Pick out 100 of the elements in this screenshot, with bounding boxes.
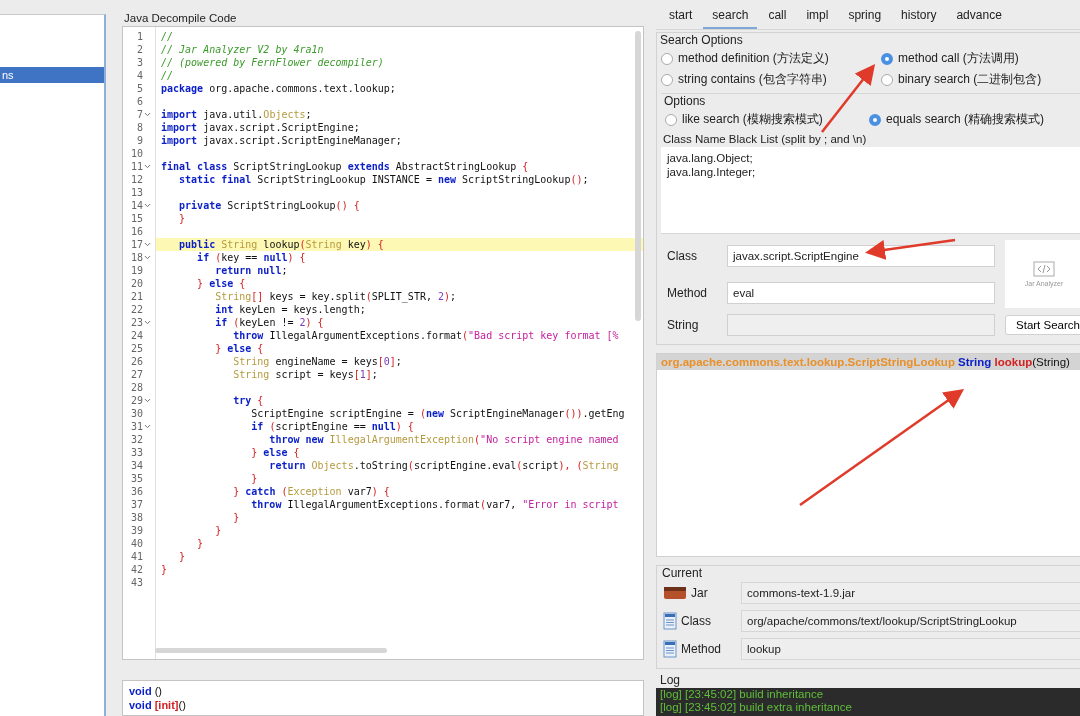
value-field: lookup — [741, 638, 1080, 660]
code-line: } — [178, 213, 186, 224]
radio-button[interactable] — [665, 113, 677, 126]
code-line: import javax.script.ScriptEngine; — [161, 122, 360, 133]
line-number: 43 — [129, 577, 143, 588]
line-number: 40 — [129, 538, 143, 549]
line-number: 34 — [129, 460, 143, 471]
line-number: 41 — [129, 551, 143, 562]
line-number: 23 — [129, 317, 143, 328]
radio-button[interactable] — [661, 52, 673, 65]
blacklist-field[interactable]: java.lang.Object; java.lang.Integer; — [661, 147, 1080, 234]
line-number: 12 — [129, 174, 143, 185]
input-field[interactable]: eval — [727, 281, 995, 304]
tab[interactable]: spring — [839, 6, 891, 29]
radio-button[interactable] — [661, 73, 673, 86]
code-line: if (key == null) { — [196, 252, 306, 263]
radio-label: string contains (包含字符串) — [678, 71, 827, 88]
field-label: String — [667, 318, 700, 332]
line-number: 19 — [129, 265, 143, 276]
code-line: } else { — [214, 343, 264, 354]
tab[interactable]: advance — [947, 6, 1011, 29]
line-number: 2 — [135, 44, 143, 55]
line-number: 17 — [129, 239, 143, 250]
line-number: 25 — [129, 343, 143, 354]
input-field[interactable]: javax.script.ScriptEngine — [727, 244, 995, 267]
code-line: static final ScriptStringLookup INSTANCE = new ScriptStringLookup(); — [178, 174, 589, 185]
method-item[interactable]: void [init]() — [129, 698, 637, 712]
group-title: Current — [662, 566, 703, 580]
tab[interactable]: start — [660, 6, 702, 29]
line-number: 21 — [129, 291, 143, 302]
line-number: 42 — [129, 564, 143, 575]
field-label: Class — [667, 248, 698, 263]
code-line: throw new IllegalArgumentException("No script engine named — [268, 434, 619, 445]
code-line: try { — [232, 395, 264, 406]
code-line: package org.apache.commons.text.lookup; — [161, 83, 396, 94]
line-number: 38 — [129, 512, 143, 523]
line-number: 15 — [129, 213, 143, 224]
scrollbar[interactable] — [155, 648, 387, 653]
line-number: 36 — [129, 486, 143, 497]
value-field: org/apache/commons/text/lookup/ScriptStringLookup — [741, 610, 1080, 632]
code-line: String engineName = keys[0]; — [232, 356, 402, 367]
field-label: Method — [667, 285, 709, 300]
radio-button[interactable] — [881, 73, 893, 86]
tab[interactable]: history — [892, 6, 946, 29]
fold-icon[interactable] — [143, 162, 152, 171]
radio-label: equals search (精确搜索模式) — [886, 111, 1045, 128]
code-line: private ScriptStringLookup() { — [178, 200, 360, 211]
code-line: } else { — [250, 447, 300, 458]
fold-icon[interactable] — [143, 253, 152, 262]
code-line: } — [196, 538, 204, 549]
code-line: if (keyLen != 2) { — [214, 317, 324, 328]
fold-icon[interactable] — [143, 240, 152, 249]
field-label: Class Name Black List (split by ; and \n) — [663, 133, 868, 145]
code-line: // — [161, 70, 174, 81]
code-line: } — [214, 525, 222, 536]
code-line: public String lookup(String key) { — [178, 239, 384, 250]
code-line: final class ScriptStringLookup extends AbstractStringLookup { — [161, 161, 529, 172]
line-number: 32 — [129, 434, 143, 445]
fold-icon[interactable] — [143, 396, 152, 405]
code-line: } — [232, 512, 240, 523]
line-number: 16 — [129, 226, 143, 237]
radio-label: binary search (二进制包含) — [898, 71, 1042, 88]
code-line: int keyLen = keys.length; — [214, 304, 366, 315]
value-field: commons-text-1.9.jar — [741, 582, 1080, 604]
line-number: 33 — [129, 447, 143, 458]
document-icon — [663, 612, 677, 630]
fold-icon[interactable] — [143, 110, 152, 119]
result-item[interactable]: org.apache.commons.text.lookup.ScriptStringLookup String lookup(String) — [657, 354, 1080, 370]
line-number: 27 — [129, 369, 143, 380]
group-title: Options — [664, 94, 707, 108]
tab[interactable]: search — [703, 6, 758, 29]
code-line: // Jar Analyzer V2 by 4ra1n — [161, 44, 324, 55]
line-number: 22 — [129, 304, 143, 315]
tree-item[interactable]: ns — [0, 67, 104, 83]
tab[interactable]: impl — [797, 6, 838, 29]
line-number: 8 — [135, 122, 143, 133]
group-title: Search Options — [660, 33, 744, 47]
line-number: 5 — [135, 83, 143, 94]
line-number: 29 — [129, 395, 143, 406]
line-number: 11 — [129, 161, 143, 172]
line-number: 1 — [135, 31, 143, 42]
code-line: } else { — [196, 278, 246, 289]
code-line: String[] keys = key.split(SPLIT_STR, 2); — [214, 291, 457, 302]
start-search-button[interactable]: Start Search — [1005, 315, 1080, 335]
fold-icon[interactable] — [143, 422, 152, 431]
radio-button[interactable] — [881, 52, 893, 65]
code-line: String script = keys[1]; — [232, 369, 378, 380]
fold-icon[interactable] — [143, 318, 152, 327]
method-item[interactable]: void () — [129, 684, 637, 698]
fold-icon[interactable] — [143, 201, 152, 210]
code-line: return null; — [214, 265, 288, 276]
line-number: 14 — [129, 200, 143, 211]
radio-button[interactable] — [869, 113, 881, 126]
line-number: 4 — [135, 70, 143, 81]
scrollbar[interactable] — [635, 31, 641, 321]
line-number: 10 — [129, 148, 143, 159]
line-number: 6 — [135, 96, 143, 107]
tab[interactable]: call — [759, 6, 796, 29]
line-number: 7 — [135, 109, 143, 120]
code-line: // (powered by FernFlower decompiler) — [161, 57, 384, 68]
